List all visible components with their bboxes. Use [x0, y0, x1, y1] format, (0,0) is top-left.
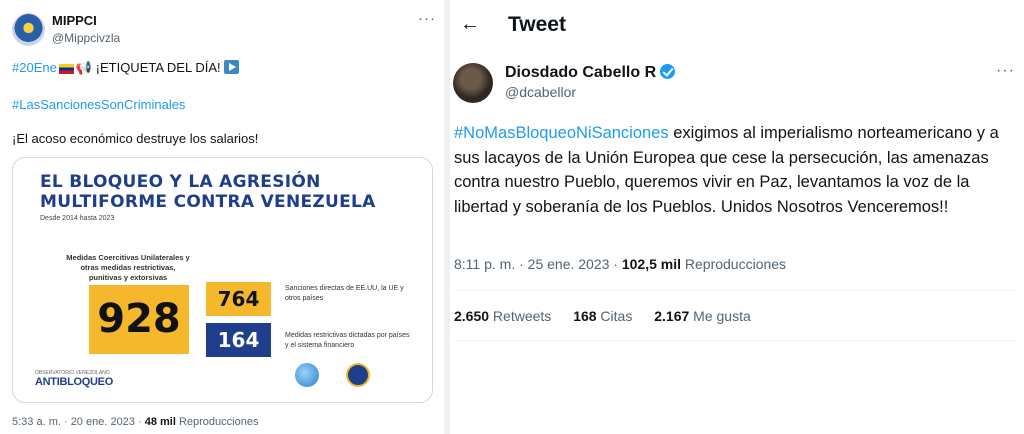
direct-box: 764 — [206, 282, 271, 316]
seal-icon — [346, 363, 370, 387]
megaphone-icon: 📢 — [75, 60, 93, 75]
total-value: 928 — [97, 296, 181, 342]
tweet-meta: 8:11 p. m. · 25 ene. 2023 · 102,5 mil Re… — [454, 256, 786, 272]
likes-label: Me gusta — [689, 308, 751, 324]
infographic-image[interactable]: EL BLOQUEO Y LA AGRESIÓN MULTIFORME CONT… — [12, 157, 433, 403]
retweets-stat[interactable]: 2.650 Retweets — [454, 308, 551, 324]
right-tweet: ← Tweet Diosdado Cabello R @dcabellor ··… — [450, 0, 1024, 434]
restrictive-value: 164 — [217, 328, 260, 352]
author-handle[interactable]: @Mippcivzla — [52, 31, 120, 45]
retweets-count: 2.650 — [454, 308, 490, 324]
hashtag-link[interactable]: #20Ene — [12, 60, 57, 75]
direct-note: Sanciones directas de EE.UU, la UE y otr… — [285, 285, 404, 302]
total-box: 928 — [89, 285, 189, 354]
restrictive-box: 164 — [206, 323, 271, 357]
tweet-body: #NoMasBloqueoNiSanciones exigimos al imp… — [454, 121, 1009, 219]
page-title: Tweet — [508, 13, 566, 36]
tweet-line-2: #LasSancionesSonCriminales — [12, 97, 185, 112]
infographic-subtitle: Desde 2014 hasta 2023 — [40, 215, 115, 222]
restrictive-note: Medidas restrictivas dictadas por países… — [285, 332, 410, 349]
timestamp[interactable]: 8:11 p. m. · 25 ene. 2023 · — [454, 256, 622, 272]
verified-badge-icon — [660, 64, 676, 79]
hashtag-link[interactable]: #NoMasBloqueoNiSanciones — [454, 124, 669, 142]
author-handle[interactable]: @dcabellor — [505, 84, 576, 100]
venezuela-flag-icon — [58, 63, 74, 74]
play-button-icon — [223, 60, 239, 74]
tweet-line-3: ¡El acoso económico destruye los salario… — [12, 131, 259, 146]
globe-icon — [295, 363, 319, 387]
view-count: 48 mil — [144, 416, 176, 428]
quotes-label: Citas — [596, 308, 633, 324]
views-label: Reproducciones — [681, 256, 787, 272]
hashtag-link[interactable]: #LasSancionesSonCriminales — [12, 97, 185, 112]
back-arrow-icon[interactable]: ← — [460, 13, 480, 36]
tweet-text: ¡ETIQUETA DEL DÍA! — [95, 60, 221, 75]
direct-value: 764 — [217, 287, 260, 311]
divider — [454, 290, 1014, 291]
mippci-avatar[interactable] — [12, 13, 45, 46]
divider — [454, 340, 1014, 341]
tweet-line-1: #20Ene 📢 ¡ETIQUETA DEL DÍA! — [12, 60, 239, 76]
quotes-stat[interactable]: 168 Citas — [573, 308, 632, 324]
views-label: Reproducciones — [175, 416, 259, 428]
quotes-count: 168 — [573, 308, 597, 324]
likes-count: 2.167 — [654, 308, 690, 324]
author-name[interactable]: Diosdado Cabello R — [505, 64, 676, 82]
more-options-icon[interactable]: ··· — [418, 10, 436, 27]
more-options-icon[interactable]: ··· — [996, 62, 1015, 80]
retweets-label: Retweets — [489, 308, 552, 324]
view-count: 102,5 mil — [621, 256, 681, 272]
likes-stat[interactable]: 2.167 Me gusta — [654, 308, 751, 324]
tweet-meta: 5:33 a. m. · 20 ene. 2023 · 48 mil Repro… — [12, 416, 258, 428]
measures-label: Medidas Coercitivas Unilaterales y otras… — [66, 253, 190, 282]
dcabellor-avatar[interactable] — [453, 63, 493, 103]
antibloqueo-logo: ANTIBLOQUEO — [35, 376, 113, 388]
timestamp[interactable]: 5:33 a. m. · 20 ene. 2023 · — [12, 416, 145, 428]
author-name-text[interactable]: Diosdado Cabello R — [505, 64, 656, 81]
author-name[interactable]: MIPPCI — [52, 13, 97, 28]
infographic-title: EL BLOQUEO Y LA AGRESIÓN MULTIFORME CONT… — [40, 172, 376, 212]
engagement-stats: 2.650 Retweets 168 Citas 2.167 Me gusta — [454, 308, 769, 324]
left-tweet: MIPPCI @Mippcivzla ··· #20Ene 📢 ¡ETIQUETA… — [0, 0, 444, 434]
